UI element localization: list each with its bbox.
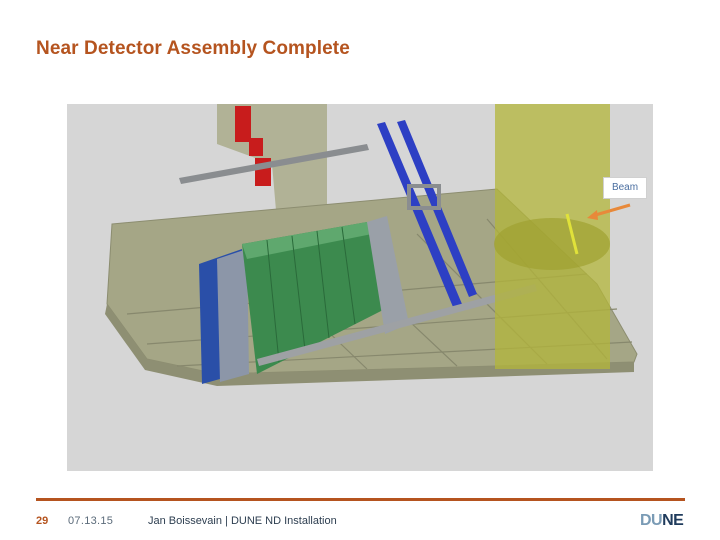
- detector-plane-frames: [217, 249, 249, 382]
- beam-callout-label: Beam: [603, 177, 647, 199]
- dune-logo: DUNE: [640, 512, 684, 530]
- logo-ne: NE: [662, 512, 684, 529]
- footer-date: 07.13.15: [68, 515, 114, 527]
- detector-assembly-figure: [67, 104, 653, 471]
- slide-title: Near Detector Assembly Complete: [36, 38, 350, 59]
- footer-divider: [36, 498, 685, 501]
- logo-du: DU: [640, 512, 663, 529]
- detector-render: [67, 104, 653, 471]
- beam-pipe-ring: [494, 218, 610, 270]
- page-number: 29: [36, 515, 49, 527]
- footer-author-line: Jan Boissevain | DUNE ND Installation: [148, 515, 337, 527]
